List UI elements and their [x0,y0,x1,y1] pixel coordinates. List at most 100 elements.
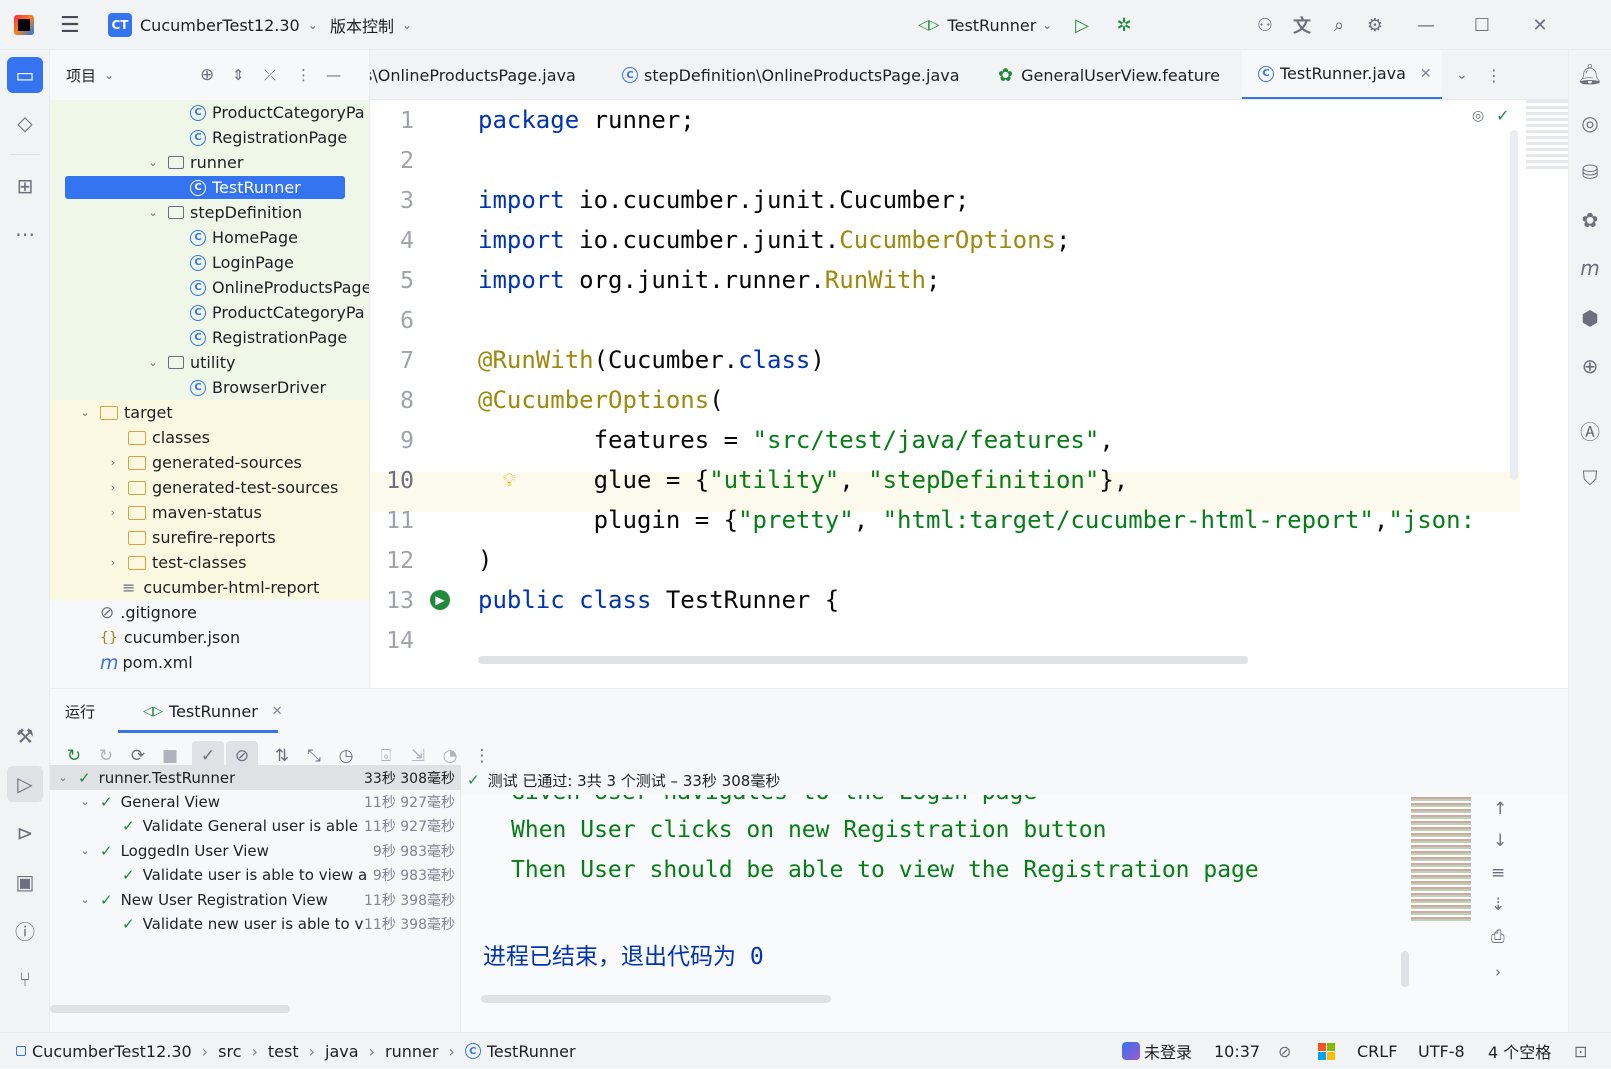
build-icon[interactable]: ⚒ [7,718,43,754]
test-result-row[interactable]: ⌄ ✓ runner.TestRunner 33秒 308毫秒 [50,765,461,790]
project-switcher[interactable]: CT CucumberTest12.30 ⌄ [108,0,318,50]
run-panel-title[interactable]: 运行 [65,701,95,722]
problems-icon[interactable]: ⓘ [7,912,43,948]
tree-item[interactable]: › generated-sources [50,450,369,475]
run-tab-label[interactable]: TestRunner [169,702,258,721]
vertical-scrollbar[interactable] [1510,130,1518,480]
tree-item[interactable]: C RegistrationPage [50,125,369,150]
maven-icon[interactable]: m [1572,250,1608,286]
tree-item[interactable]: surefire-reports [50,525,369,550]
run-tool-icon[interactable]: ▷ [7,766,43,802]
test-result-row[interactable]: ⌄ ✓ General View 11秒 927毫秒 [50,789,461,814]
chevron-right-icon[interactable]: › [106,556,120,569]
gear-icon[interactable]: ⚙ [1363,13,1387,37]
console-horizontal-scrollbar[interactable] [481,995,831,1003]
add-user-icon[interactable]: ⚇ [1253,13,1277,37]
tab-general-user-view-feature[interactable]: ✿ GeneralUserView.feature [998,50,1220,99]
no-problems-check-icon[interactable]: ✓ [1496,106,1509,125]
tree-item[interactable]: ⌄ target [50,400,369,425]
ai-assistant-icon[interactable]: ◎ [1572,105,1608,141]
tab-options-icon[interactable]: ⋮ [1486,50,1502,99]
tree-item[interactable]: C TestRunner [50,175,369,200]
chevron-down-icon[interactable]: ⌄ [146,156,160,169]
file-encoding[interactable]: UTF-8 [1418,1033,1465,1069]
test-result-row[interactable]: ✓ Validate General user is able 11秒 927毫秒 [50,814,461,839]
login-status[interactable]: 未登录 [1122,1033,1192,1069]
tree-item[interactable]: › maven-status [50,500,369,525]
shield-icon[interactable]: ⛉ [1572,460,1608,496]
breadcrumb-item[interactable]: src [218,1042,241,1061]
copilot-icon[interactable]: ✿ [1572,202,1608,238]
soft-wrap-icon[interactable]: ≡ [1491,863,1505,883]
gauge-icon[interactable]: ◔ [434,746,466,766]
git-icon[interactable]: ⑂ [7,961,43,997]
run-gutter-icon[interactable]: ▶ [430,590,450,610]
tree-item[interactable]: m pom.xml [50,650,369,675]
intention-bulb-icon[interactable]: 💡︎ [503,470,516,491]
tree-item[interactable]: C OnlineProductsPage [50,275,369,300]
options-icon[interactable]: ⋮ [296,66,311,84]
test-result-row[interactable]: ⌄ ✓ New User Registration View 11秒 398毫秒 [50,887,461,912]
test-result-row[interactable]: ✓ Validate user is able to view a 9秒 983毫秒 [50,863,461,888]
learn-icon[interactable]: ◇ [7,105,43,141]
chevron-down-icon[interactable]: ⌄ [78,795,92,808]
chevron-down-icon[interactable]: ⌄ [146,356,160,369]
maximize-icon[interactable]: ☐ [1470,13,1494,37]
scroll-up-icon[interactable]: ↑ [1493,799,1507,819]
reader-mode-icon[interactable]: ◎ [1472,108,1484,124]
database-icon[interactable]: ⛁ [1572,154,1608,190]
chevron-right-icon[interactable]: › [106,506,120,519]
tree-item[interactable]: C BrowserDriver [50,375,369,400]
indent-setting[interactable]: 4 个空格 [1488,1033,1551,1069]
hide-panel-icon[interactable]: — [326,66,341,84]
translate-icon[interactable]: 文 [1290,13,1314,37]
tree-item[interactable]: classes [50,425,369,450]
breadcrumb-item[interactable]: java [325,1042,359,1061]
tree-item[interactable]: C RegistrationPage [50,325,369,350]
chevron-right-icon[interactable]: › [1495,963,1501,981]
expand-all-icon[interactable]: ⇕ [232,66,245,84]
collapse-icon[interactable]: ⤡ [298,746,330,766]
chevron-right-icon[interactable]: › [106,481,120,494]
test-result-row[interactable]: ⌄ ✓ LoggedIn User View 9秒 983毫秒 [50,838,461,863]
more-tools-icon[interactable]: ⋯ [7,216,43,252]
main-menu-icon[interactable]: ☰ [60,0,80,50]
tree-item[interactable]: ⌄ runner [50,150,369,175]
tree-item[interactable]: ⊘ .gitignore [50,600,369,625]
app-logo-icon[interactable] [14,0,34,50]
horizontal-scrollbar[interactable] [478,656,1248,664]
lock-icon[interactable]: ⊡ [1574,1033,1587,1069]
search-icon[interactable]: ⌕ [1327,13,1351,37]
web-icon[interactable]: ⊕ [1572,348,1608,384]
rerun-icon[interactable]: ↻ [58,746,90,766]
tree-item[interactable]: {} cucumber.json [50,625,369,650]
tree-item[interactable]: C HomePage [50,225,369,250]
notifications-icon[interactable]: 🔔︎ [1572,56,1608,92]
scroll-to-end-icon[interactable]: ⇣ [1491,895,1505,915]
inspection-off-icon[interactable]: ⊘ [1278,1033,1291,1069]
tree-item[interactable]: C LoginPage [50,250,369,275]
close-tab-icon[interactable]: ✕ [1420,66,1432,82]
console-minimap[interactable] [1411,791,1471,921]
tree-item[interactable]: C ProductCategoryPa [50,100,369,125]
chevron-down-icon[interactable]: ⌄ [78,893,92,906]
line-ending[interactable]: CRLF [1357,1033,1397,1069]
minimize-icon[interactable]: — [1414,13,1438,37]
tree-item[interactable]: ≡ cucumber-html-report [50,575,369,600]
export-icon[interactable]: ⇲ [402,746,434,766]
run-icon[interactable]: ▷ [1070,13,1094,37]
tab-test-runner[interactable]: C TestRunner.java ✕ [1242,50,1442,99]
rerun-failed-icon[interactable]: ↻ [90,746,122,766]
toggle-auto-test-icon[interactable]: ⟳ [122,746,154,766]
history-icon[interactable]: ◷ [330,746,362,766]
vcs-menu[interactable]: 版本控制 ⌄ [330,0,412,50]
sort-icon[interactable]: ⇅ [266,746,298,766]
chevron-down-icon[interactable]: ⌄ [146,206,160,219]
tab-online-products-page-2[interactable]: C stepDefinition\OnlineProductsPage.java [622,50,960,99]
breadcrumb-item[interactable]: test [268,1042,299,1061]
locate-icon[interactable]: ⊕ [200,65,214,85]
breadcrumb-item[interactable]: runner [385,1042,438,1061]
camera-icon[interactable]: ⌻ [370,746,402,766]
tree-item[interactable]: C ProductCategoryPa [50,300,369,325]
chevron-right-icon[interactable]: › [106,456,120,469]
